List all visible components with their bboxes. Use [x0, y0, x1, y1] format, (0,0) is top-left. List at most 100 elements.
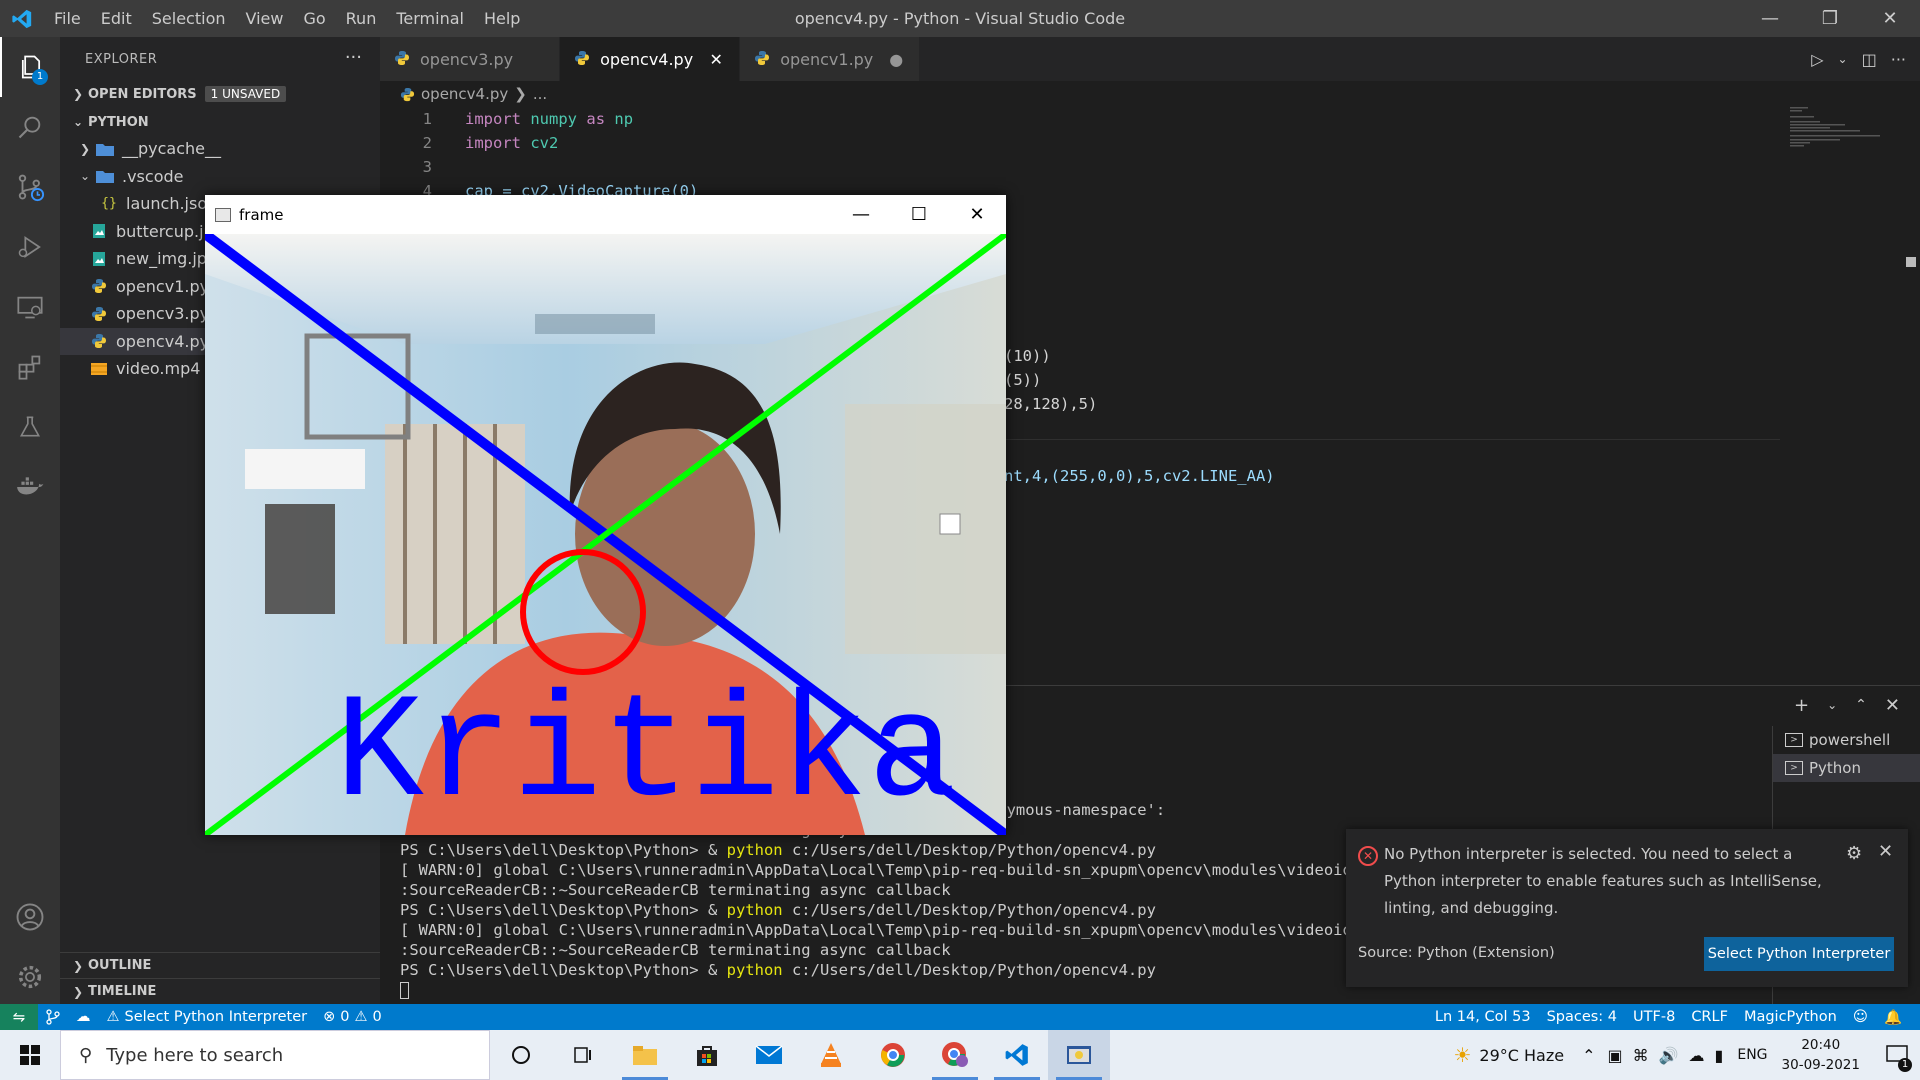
file-explorer-icon[interactable]	[614, 1030, 676, 1080]
unsaved-badge: 1 UNSAVED	[204, 86, 287, 102]
remote-explorer-icon[interactable]	[0, 277, 60, 337]
store-icon[interactable]	[676, 1030, 738, 1080]
sidebar-title: EXPLORER	[85, 51, 158, 67]
webcam-image: Kritika	[205, 234, 1006, 835]
scrollbar-thumb[interactable]	[1906, 257, 1916, 267]
notifications-bell-icon[interactable]: 🔔	[1876, 1009, 1910, 1026]
frame-close-button[interactable]: ✕	[948, 195, 1006, 234]
terminal-line: PS C:\Users\dell\Desktop\Python> & pytho…	[400, 900, 1156, 920]
activity-bar: 1	[0, 37, 60, 1004]
chrome-profile-icon[interactable]	[924, 1030, 986, 1080]
menu-help[interactable]: Help	[474, 0, 530, 37]
menu-go[interactable]: Go	[293, 0, 335, 37]
testing-flask-icon[interactable]	[0, 397, 60, 457]
onedrive-cloud-icon[interactable]: ☁	[1689, 1046, 1705, 1065]
search-icon[interactable]	[0, 97, 60, 157]
remote-indicator-icon[interactable]: ⇋	[0, 1004, 38, 1030]
cursor-position[interactable]: Ln 14, Col 53	[1427, 1009, 1539, 1025]
terminal-item-powershell[interactable]: > powershell	[1773, 726, 1920, 754]
unsaved-dot-icon[interactable]: ●	[887, 50, 905, 69]
settings-gear-icon[interactable]	[0, 947, 60, 1007]
close-window-button[interactable]: ✕	[1860, 0, 1920, 37]
vscode-taskbar-icon[interactable]	[986, 1030, 1048, 1080]
language-mode[interactable]: MagicPython	[1736, 1009, 1845, 1025]
menu-file[interactable]: File	[44, 0, 91, 37]
menu-selection[interactable]: Selection	[142, 0, 236, 37]
chevron-down-icon[interactable]: ⌄	[1827, 698, 1837, 712]
source-control-icon[interactable]	[0, 157, 60, 217]
end-of-line[interactable]: CRLF	[1683, 1009, 1736, 1025]
chevron-up-icon[interactable]: ⌃	[1582, 1046, 1595, 1065]
select-interpreter-status[interactable]: ⚠ Select Python Interpreter	[99, 1009, 316, 1025]
menu-view[interactable]: View	[236, 0, 294, 37]
taskbar-search-input[interactable]: ⚲ Type here to search	[60, 1030, 490, 1080]
tab-opencv1-py[interactable]: opencv1.py ●	[740, 37, 921, 81]
chevron-down-icon[interactable]: ⌄	[1838, 52, 1848, 66]
prompt-command: python	[726, 901, 783, 919]
indentation[interactable]: Spaces: 4	[1539, 1009, 1625, 1025]
vlc-icon[interactable]	[800, 1030, 862, 1080]
open-editors-section[interactable]: ❯ OPEN EDITORS 1 UNSAVED	[60, 81, 380, 107]
menu-run[interactable]: Run	[336, 0, 387, 37]
wifi-icon[interactable]: ⌘	[1633, 1046, 1649, 1065]
folder-label: PYTHON	[88, 114, 149, 130]
restore-button[interactable]: ❐	[1800, 0, 1860, 37]
breadcrumb-file[interactable]: opencv4.py	[421, 85, 508, 103]
minimize-button[interactable]: —	[1740, 0, 1800, 37]
menu-edit[interactable]: Edit	[91, 0, 142, 37]
frame-maximize-button[interactable]: ☐	[890, 195, 948, 234]
tab-opencv3-py[interactable]: opencv3.py	[380, 37, 561, 81]
python-app-icon[interactable]	[1048, 1030, 1110, 1080]
code-editor[interactable]: 1 import numpy as np 2 import cv2 3 4 ca…	[380, 107, 1780, 203]
action-center-icon[interactable]: 1	[1874, 1030, 1920, 1080]
close-tab-icon[interactable]: ✕	[707, 50, 725, 69]
more-actions-icon[interactable]: ···	[1891, 50, 1906, 69]
run-debug-icon[interactable]	[0, 217, 60, 277]
mail-icon[interactable]	[738, 1030, 800, 1080]
frame-minimize-button[interactable]: —	[832, 195, 890, 234]
close-panel-icon[interactable]: ✕	[1885, 695, 1900, 716]
system-tray: ☀ 29°C Haze ⌃ ▣ ⌘ 🔊 ☁ ▮ ENG 20:40 30-09-…	[1453, 1030, 1920, 1080]
meet-now-icon[interactable]: ▣	[1608, 1046, 1623, 1065]
terminal-item-python[interactable]: > Python	[1773, 754, 1920, 782]
cloud-sync-icon[interactable]: ☁	[68, 1009, 99, 1025]
accounts-icon[interactable]	[0, 887, 60, 947]
encoding[interactable]: UTF-8	[1625, 1009, 1683, 1025]
clock[interactable]: 20:40 30-09-2021	[1768, 1035, 1874, 1075]
split-editor-icon[interactable]: ◫	[1862, 50, 1877, 69]
language-indicator[interactable]: ENG	[1737, 1047, 1767, 1063]
close-notification-icon[interactable]: ✕	[1878, 841, 1893, 862]
breadcrumb-symbol[interactable]: ...	[533, 85, 547, 103]
notification-settings-gear-icon[interactable]: ⚙	[1846, 843, 1862, 864]
chrome-icon[interactable]	[862, 1030, 924, 1080]
select-python-interpreter-button[interactable]: Select Python Interpreter	[1704, 937, 1894, 971]
tree-item[interactable]: ❯ __pycache__	[60, 135, 380, 163]
git-branch-icon[interactable]	[38, 1009, 68, 1025]
battery-icon[interactable]: ▮	[1715, 1046, 1724, 1065]
outline-section[interactable]: ❯ OUTLINE	[60, 952, 380, 978]
code-line: 3	[380, 155, 1780, 179]
explorer-icon[interactable]: 1	[0, 37, 60, 97]
weather-icon[interactable]: ☀	[1453, 1043, 1471, 1067]
docker-icon[interactable]	[0, 457, 60, 517]
tab-opencv4-py[interactable]: opencv4.py ✕	[560, 37, 741, 81]
task-view-icon[interactable]	[552, 1030, 614, 1080]
menu-terminal[interactable]: Terminal	[386, 0, 474, 37]
extensions-icon[interactable]	[0, 337, 60, 397]
opencv-frame-window[interactable]: frame — ☐ ✕ Kritika	[205, 195, 1006, 835]
frame-window-icon	[215, 207, 231, 222]
windows-start-icon[interactable]	[0, 1030, 60, 1080]
new-terminal-icon[interactable]: +	[1794, 695, 1809, 716]
run-python-icon[interactable]: ▷	[1811, 50, 1823, 69]
python-folder-section[interactable]: ⌄ PYTHON	[60, 109, 380, 135]
maximize-panel-icon[interactable]: ⌃	[1855, 697, 1867, 713]
feedback-icon[interactable]: ☺	[1845, 1009, 1876, 1025]
weather-text[interactable]: 29°C Haze	[1479, 1046, 1564, 1065]
problems-status[interactable]: ⊗ 0 ⚠ 0	[315, 1009, 390, 1025]
volume-icon[interactable]: 🔊	[1659, 1046, 1679, 1065]
minimap[interactable]	[1790, 107, 1900, 167]
timeline-section[interactable]: ❯ TIMELINE	[60, 978, 380, 1004]
tree-item[interactable]: ⌄ .vscode	[60, 163, 380, 191]
cortana-icon[interactable]	[490, 1030, 552, 1080]
more-actions-icon[interactable]: ···	[345, 47, 362, 68]
